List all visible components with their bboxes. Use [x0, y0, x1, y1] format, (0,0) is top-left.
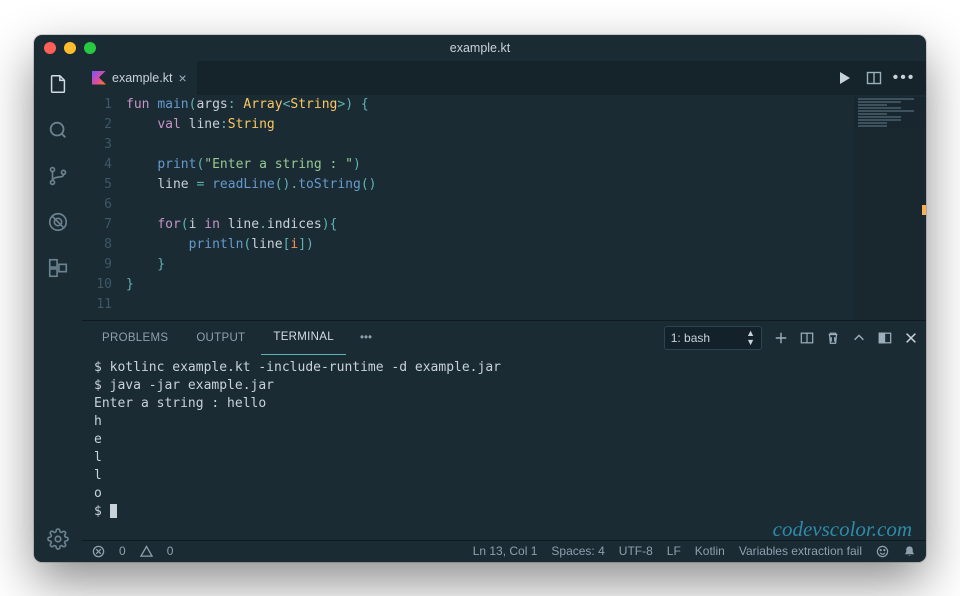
tab-close-icon[interactable]: × [178, 71, 186, 85]
warning-icon[interactable] [140, 545, 153, 558]
editor-tabbar: example.kt × ••• [82, 61, 926, 95]
bottom-panel: PROBLEMS OUTPUT TERMINAL ••• 1: bash ▲▼ [82, 320, 926, 540]
toggle-panel-icon[interactable] [878, 331, 892, 345]
terminal-picker-label: 1: bash [671, 331, 710, 345]
status-bar: 0 0 Ln 13, Col 1 Spaces: 4 UTF-8 LF Kotl… [82, 540, 926, 562]
panel-tab-output[interactable]: OUTPUT [184, 321, 257, 355]
status-warnings[interactable]: 0 [167, 544, 174, 558]
status-eol[interactable]: LF [667, 544, 681, 558]
source-control-icon[interactable] [45, 163, 71, 189]
terminal-picker[interactable]: 1: bash ▲▼ [664, 326, 762, 350]
activity-bar [34, 61, 82, 562]
split-editor-icon[interactable] [866, 70, 882, 86]
status-extension[interactable]: Variables extraction fail [739, 544, 862, 558]
stepper-icon: ▲▼ [746, 329, 755, 347]
kotlin-file-icon [92, 71, 106, 85]
terminal[interactable]: $ kotlinc example.kt -include-runtime -d… [82, 355, 926, 540]
run-icon[interactable] [836, 70, 852, 86]
status-cursor-position[interactable]: Ln 13, Col 1 [473, 544, 538, 558]
status-encoding[interactable]: UTF-8 [619, 544, 653, 558]
window-title: example.kt [34, 41, 926, 55]
panel-more-icon[interactable]: ••• [350, 332, 382, 344]
status-language[interactable]: Kotlin [695, 544, 725, 558]
tab-label: example.kt [112, 71, 172, 85]
minimap[interactable] [854, 97, 926, 320]
split-terminal-icon[interactable] [800, 331, 814, 345]
tab-example-kt[interactable]: example.kt × [82, 61, 197, 95]
feedback-smiley-icon[interactable] [876, 545, 889, 558]
error-icon[interactable] [92, 545, 105, 558]
extensions-icon[interactable] [45, 255, 71, 281]
overview-ruler-mark [922, 205, 926, 215]
maximize-panel-icon[interactable] [852, 331, 866, 345]
explorer-icon[interactable] [45, 71, 71, 97]
panel-tab-terminal[interactable]: TERMINAL [261, 321, 346, 355]
close-panel-icon[interactable] [904, 331, 918, 345]
code-editor[interactable]: 1234567891011 fun main(args: Array<Strin… [82, 95, 926, 320]
watermark: codevscolor.com [773, 520, 912, 538]
editor-window: example.kt [34, 35, 926, 562]
panel-tab-problems[interactable]: PROBLEMS [90, 321, 180, 355]
more-actions-icon[interactable]: ••• [896, 70, 912, 86]
kill-terminal-icon[interactable] [826, 331, 840, 345]
titlebar: example.kt [34, 35, 926, 61]
new-terminal-icon[interactable] [774, 331, 788, 345]
search-icon[interactable] [45, 117, 71, 143]
settings-gear-icon[interactable] [45, 526, 71, 552]
status-errors[interactable]: 0 [119, 544, 126, 558]
status-indentation[interactable]: Spaces: 4 [551, 544, 604, 558]
notifications-bell-icon[interactable] [903, 545, 916, 558]
line-number-gutter: 1234567891011 [82, 95, 126, 320]
code-area[interactable]: fun main(args: Array<String>) { val line… [126, 95, 926, 320]
debug-icon[interactable] [45, 209, 71, 235]
